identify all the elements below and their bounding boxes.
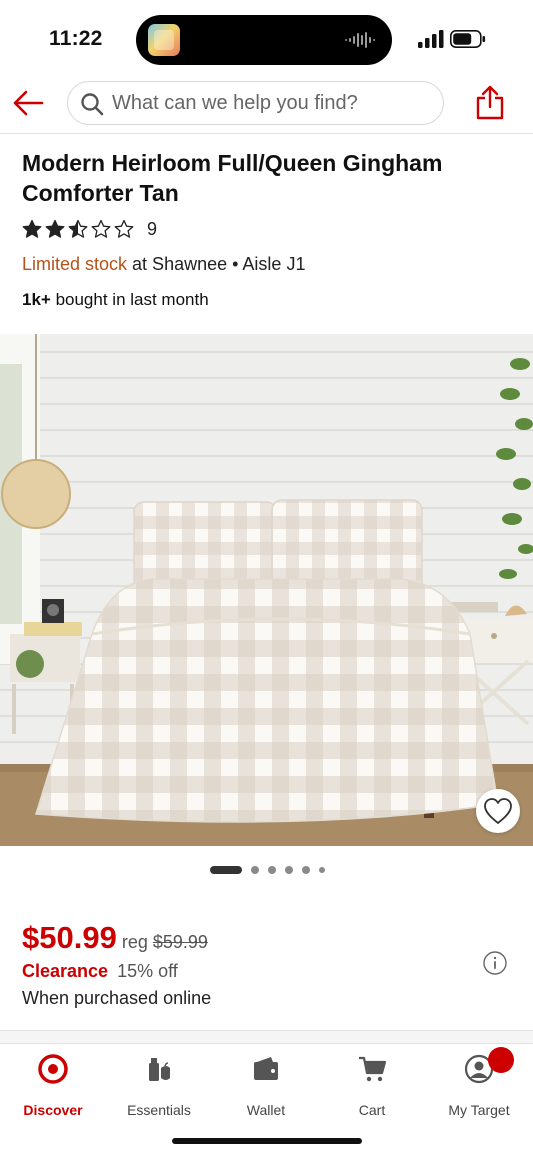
store-availability[interactable]: Limited stock at Shawnee • Aisle J1	[22, 254, 305, 275]
stock-status: Limited stock	[22, 254, 128, 274]
carousel-dot-active[interactable]	[210, 866, 242, 874]
search-header	[0, 78, 533, 134]
target-logo-icon	[38, 1054, 68, 1084]
stock-location: at Shawnee • Aisle J1	[127, 254, 306, 274]
info-icon[interactable]	[483, 951, 507, 975]
audio-waveform-icon	[345, 32, 375, 48]
tab-essentials[interactable]: Essentials	[106, 1054, 212, 1118]
rating-stars	[22, 219, 134, 239]
carousel-dot[interactable]	[285, 866, 293, 874]
tab-label: Wallet	[246, 1102, 286, 1118]
now-playing-artwork-icon[interactable]	[148, 24, 180, 56]
bed-scene-illustration	[0, 334, 533, 846]
carousel-dot[interactable]	[251, 866, 259, 874]
add-to-favorites-button[interactable]	[476, 789, 520, 833]
cart-icon	[359, 1056, 387, 1082]
star-empty-icon	[91, 219, 111, 238]
tab-label: Cart	[358, 1102, 386, 1118]
search-icon	[81, 93, 104, 116]
star-full-icon	[22, 219, 42, 238]
bought-text: bought in last month	[50, 290, 209, 309]
search-bar[interactable]	[67, 81, 444, 125]
reg-label: reg	[121, 932, 148, 952]
purchase-popularity: 1k+ bought in last month	[22, 290, 209, 310]
product-image[interactable]	[0, 334, 533, 846]
discount-percent: 15% off	[117, 961, 178, 981]
tab-my-target[interactable]: My Target	[426, 1054, 532, 1118]
dynamic-island[interactable]	[136, 15, 392, 65]
battery-icon	[450, 30, 486, 48]
bought-count: 1k+	[22, 290, 51, 309]
back-arrow-icon[interactable]	[12, 88, 44, 118]
carousel-dot[interactable]	[319, 867, 325, 873]
current-price: $50.99	[22, 920, 117, 955]
tab-discover[interactable]: Discover	[0, 1054, 106, 1118]
tab-label: My Target	[448, 1102, 510, 1118]
star-full-icon	[45, 219, 65, 238]
wallet-icon	[254, 1057, 278, 1080]
image-carousel-indicator[interactable]	[210, 866, 325, 874]
carousel-dot[interactable]	[302, 866, 310, 874]
clearance-label: Clearance	[22, 961, 109, 981]
search-input[interactable]	[112, 82, 432, 124]
cellular-signal-icon	[418, 30, 444, 48]
section-divider	[0, 1030, 533, 1044]
price-row: $50.99 reg $59.99	[22, 920, 208, 956]
status-time: 11:22	[49, 27, 103, 50]
essentials-icon	[149, 1058, 170, 1081]
home-indicator[interactable]	[172, 1138, 362, 1144]
product-title: Modern Heirloom Full/Queen Gingham Comfo…	[22, 150, 443, 206]
carousel-dot[interactable]	[268, 866, 276, 874]
tab-label: Discover	[23, 1102, 83, 1118]
regular-price: $59.99	[152, 932, 208, 952]
purchase-note: When purchased online	[22, 988, 212, 1008]
tab-cart[interactable]: Cart	[319, 1054, 425, 1118]
clearance-row: Clearance 15% off	[22, 961, 178, 982]
status-bar: 11:22	[0, 0, 533, 78]
tab-label: Essentials	[127, 1102, 191, 1118]
notification-badge	[488, 1047, 514, 1073]
product-rating[interactable]: 9	[22, 217, 157, 241]
rating-count[interactable]: 9	[147, 219, 157, 240]
share-icon[interactable]	[474, 84, 506, 120]
star-half-icon	[68, 219, 88, 238]
star-empty-icon	[114, 219, 134, 238]
tab-wallet[interactable]: Wallet	[213, 1054, 319, 1118]
heart-icon	[484, 798, 512, 824]
